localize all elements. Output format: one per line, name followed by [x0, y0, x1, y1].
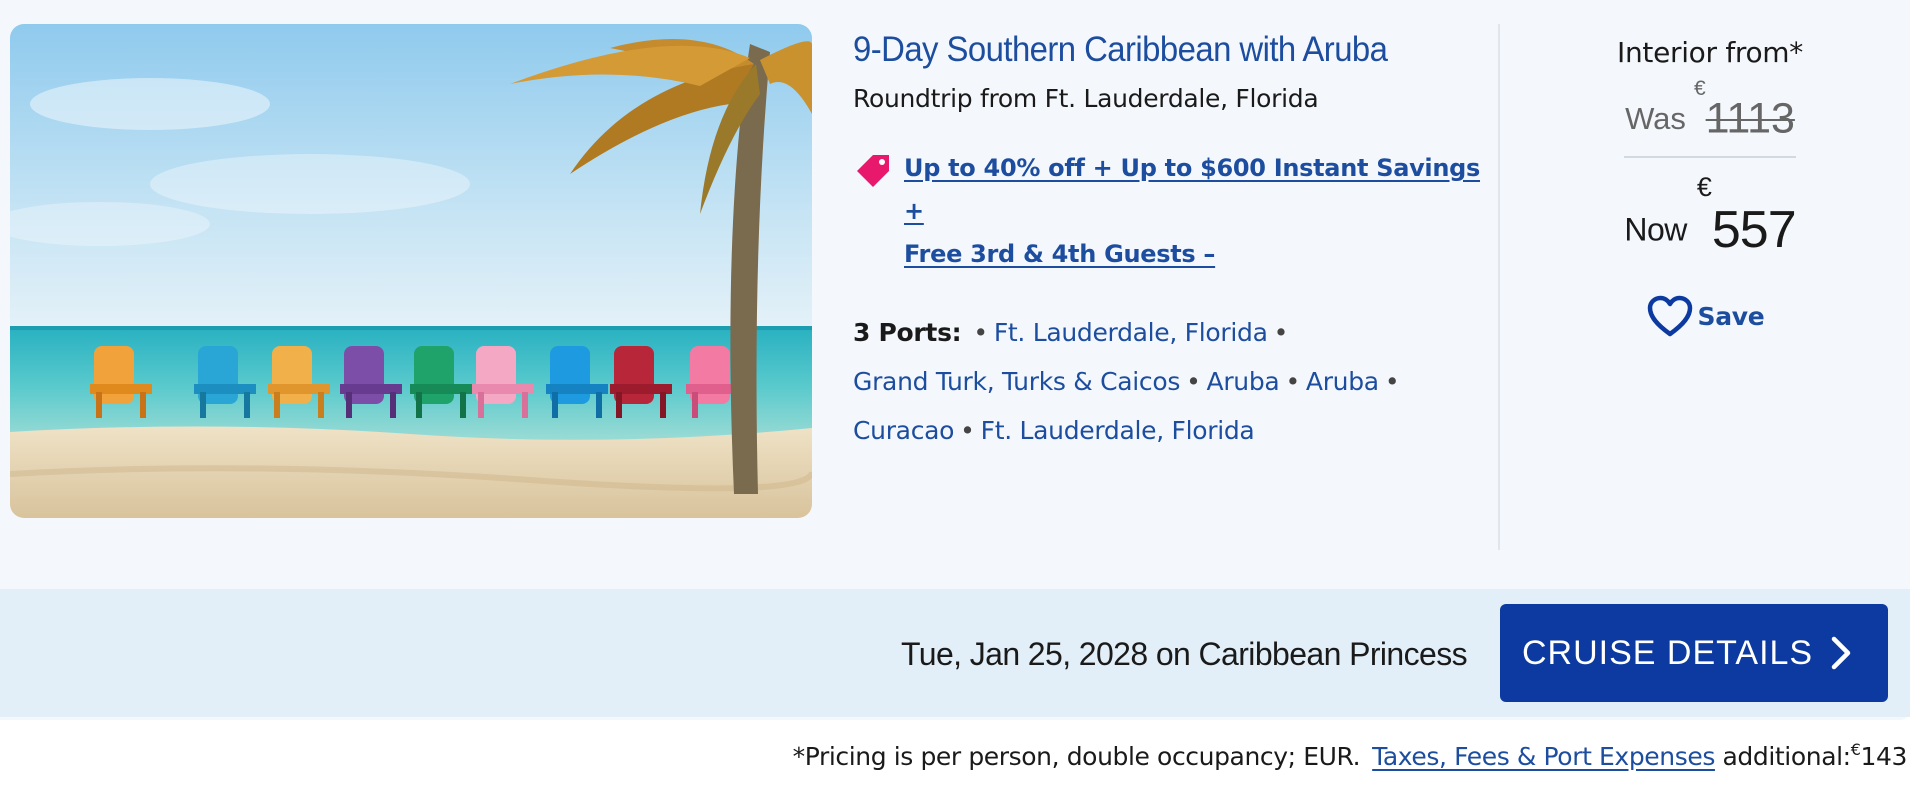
- heart-outline-icon: [1647, 295, 1692, 337]
- taxes-fees-link[interactable]: Taxes, Fees & Port Expenses: [1372, 742, 1715, 771]
- promo-line-1: Up to 40% off + Up to $600 Instant Savin…: [904, 154, 1481, 225]
- cruise-details-label: CRUISE DETAILS: [1522, 633, 1814, 672]
- port-link[interactable]: Ft. Lauderdale, Florida: [994, 318, 1268, 347]
- ports-label: 3 Ports:: [853, 318, 962, 347]
- ports-list: 3 Ports: • Ft. Lauderdale, Florida • Grand …: [853, 308, 1483, 455]
- destination-photo[interactable]: [10, 24, 812, 518]
- port-separator: •: [1186, 367, 1201, 396]
- promo-link[interactable]: Up to 40% off + Up to $600 Instant Savin…: [904, 154, 1480, 268]
- was-label: Was: [1625, 100, 1686, 136]
- port-separator: •: [1384, 367, 1400, 396]
- column-divider: [1498, 24, 1500, 550]
- save-button[interactable]: Save: [1646, 294, 1765, 338]
- cruise-title[interactable]: 9-Day Southern Caribbean with Aruba: [853, 24, 1445, 76]
- port-separator: •: [960, 416, 975, 445]
- promo-offer: Up to 40% off + Up to $600 Instant Savin…: [853, 147, 1483, 276]
- price-panel: Interior from* Was €1113 Now €557 Save: [1512, 24, 1908, 342]
- cruise-details-button[interactable]: CRUISE DETAILS: [1500, 604, 1888, 702]
- price-divider: [1624, 156, 1796, 159]
- now-amount: 557: [1711, 201, 1797, 260]
- port-separator: •: [1273, 318, 1289, 347]
- port-link[interactable]: Ft. Lauderdale, Florida: [981, 416, 1255, 445]
- now-price: Now €557: [1512, 172, 1908, 260]
- port-separator: •: [973, 318, 988, 347]
- pricing-footnote: *Pricing is per person, double occupancy…: [792, 740, 1908, 771]
- price-tag-icon: [857, 155, 889, 187]
- promo-line-2: Free 3rd & 4th Guests –: [904, 240, 1216, 268]
- sailing-bar: Tue, Jan 25, 2028 on Caribbean Princess …: [0, 589, 1910, 717]
- port-link[interactable]: Aruba: [1306, 367, 1379, 396]
- beach-chairs-image: [10, 24, 812, 518]
- now-currency: €: [1696, 172, 1712, 203]
- footnote-additional: additional:: [1722, 742, 1852, 771]
- port-link[interactable]: Aruba: [1207, 367, 1280, 396]
- now-label: Now: [1624, 211, 1687, 248]
- was-currency: €: [1693, 77, 1706, 100]
- footnote-currency: €: [1850, 740, 1861, 759]
- port-link[interactable]: Curacao: [853, 416, 954, 445]
- was-price: Was €1113: [1512, 77, 1908, 143]
- save-label: Save: [1697, 301, 1765, 331]
- cruise-card: 9-Day Southern Caribbean with Aruba Roun…: [0, 0, 1910, 720]
- was-amount: 1113: [1705, 94, 1795, 143]
- cruise-info: 9-Day Southern Caribbean with Aruba Roun…: [853, 24, 1483, 455]
- sailing-date-ship: Tue, Jan 25, 2028 on Caribbean Princess: [900, 636, 1468, 672]
- cruise-departure: Roundtrip from Ft. Lauderdale, Florida: [853, 84, 1319, 113]
- footnote-text: *Pricing is per person, double occupancy…: [792, 742, 1361, 771]
- footnote-amount: 143: [1860, 742, 1907, 771]
- chevron-right-icon: [1831, 636, 1851, 670]
- port-separator: •: [1285, 367, 1300, 396]
- port-link[interactable]: Grand Turk, Turks & Caicos: [853, 367, 1180, 396]
- interior-from-label: Interior from*: [1616, 36, 1803, 69]
